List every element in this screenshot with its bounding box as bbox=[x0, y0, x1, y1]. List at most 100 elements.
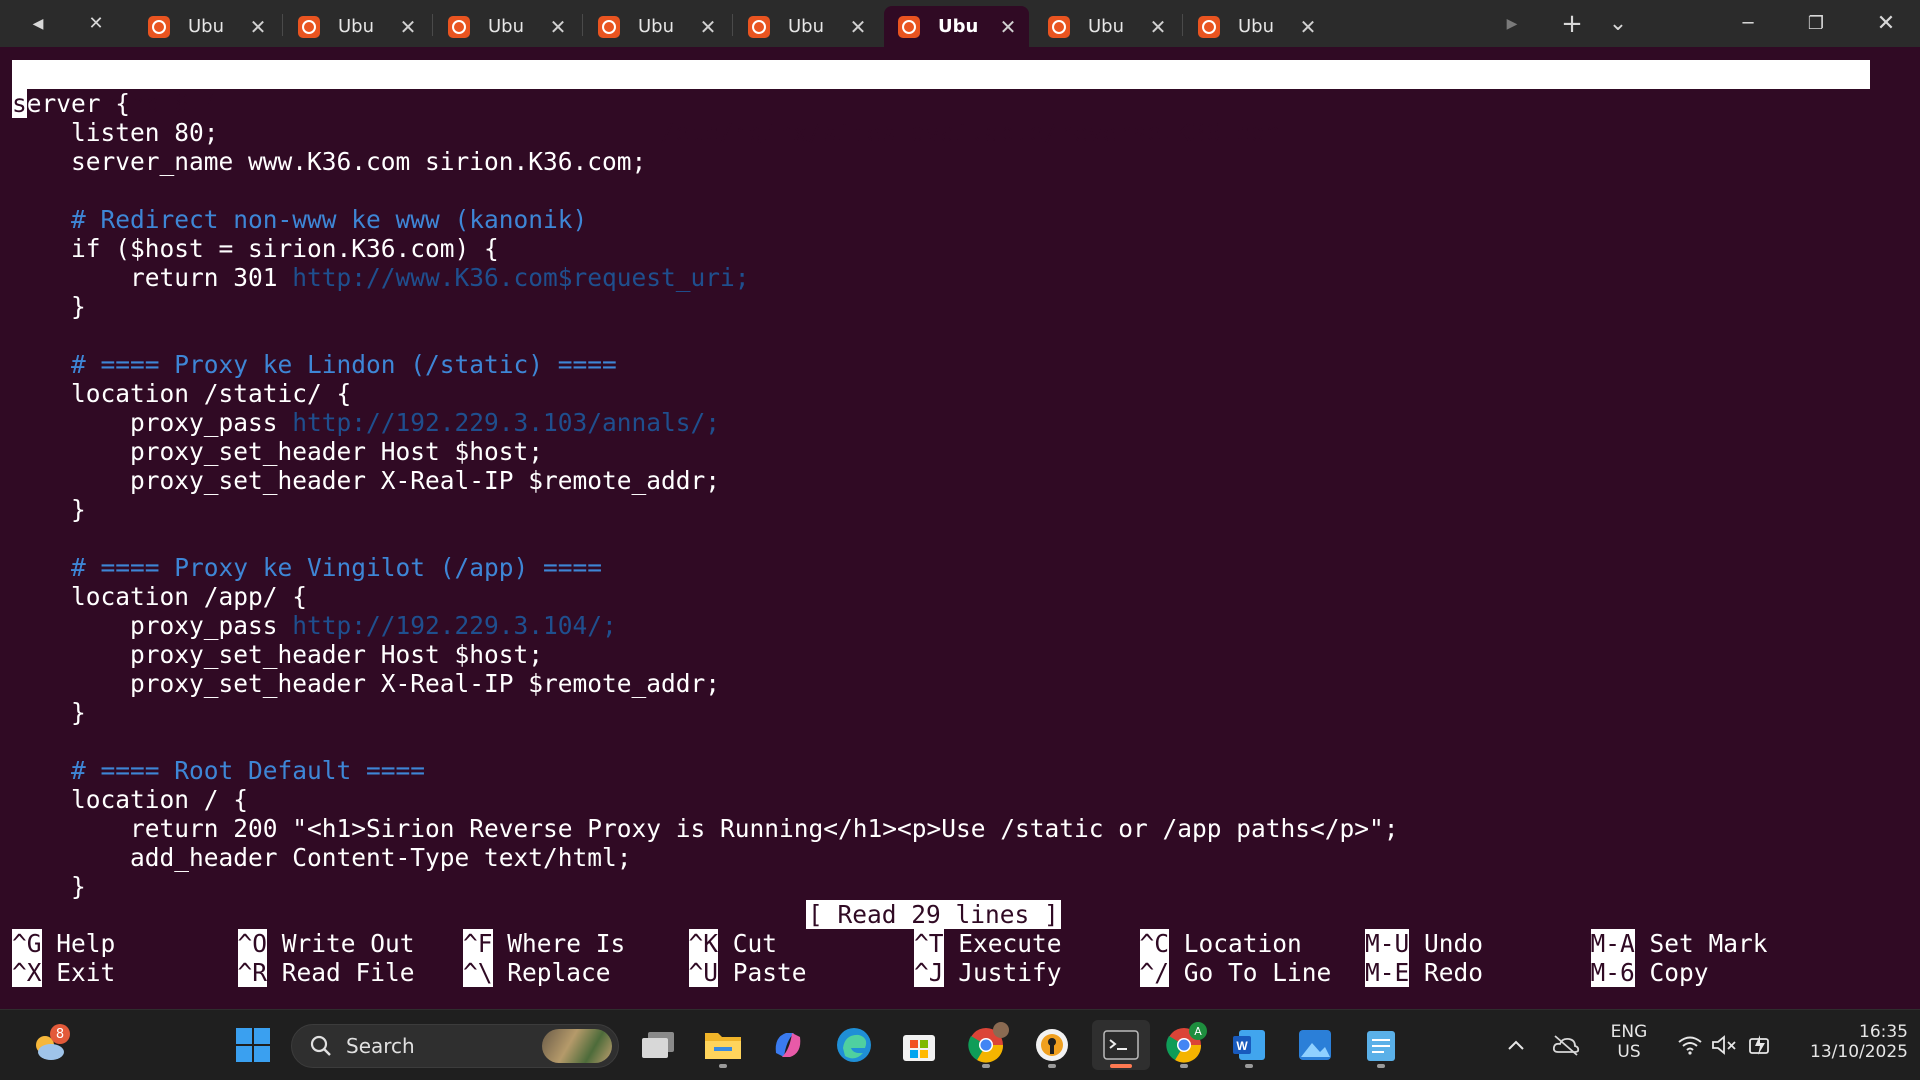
taskbar-photos[interactable] bbox=[1290, 1020, 1340, 1070]
editor-line[interactable]: location /app/ { bbox=[12, 582, 307, 611]
editor-line[interactable]: } bbox=[12, 698, 86, 727]
terminal-tab[interactable]: Ubu ✕ bbox=[434, 6, 579, 47]
terminal-tab[interactable]: Ubu ✕ bbox=[584, 6, 729, 47]
editor-line[interactable]: return 301 http://www.K36.com$request_ur… bbox=[12, 263, 750, 292]
taskbar-store[interactable] bbox=[894, 1020, 944, 1070]
running-indicator bbox=[1245, 1064, 1253, 1068]
terminal-tab[interactable]: Ubu ✕ bbox=[1034, 6, 1179, 47]
taskbar-copilot[interactable] bbox=[763, 1020, 813, 1070]
editor-line[interactable]: add_header Content-Type text/html; bbox=[12, 843, 632, 872]
taskbar-terminal[interactable] bbox=[1092, 1020, 1150, 1070]
editor-line[interactable]: # ==== Root Default ==== bbox=[12, 756, 425, 785]
editor-line[interactable]: server_name www.K36.com sirion.K36.com; bbox=[12, 147, 646, 176]
close-icon[interactable]: ✕ bbox=[397, 15, 419, 39]
shortcut-exit[interactable]: ^X Exit bbox=[12, 958, 115, 987]
taskbar-file-explorer[interactable] bbox=[698, 1020, 748, 1070]
close-icon[interactable]: ✕ bbox=[847, 15, 869, 39]
editor-line[interactable]: if ($host = sirion.K36.com) { bbox=[12, 234, 499, 263]
close-icon[interactable]: ✕ bbox=[997, 15, 1019, 39]
close-icon[interactable]: ✕ bbox=[247, 15, 269, 39]
editor-line[interactable]: proxy_set_header Host $host; bbox=[12, 437, 543, 466]
clock[interactable]: 16:35 13/10/2025 bbox=[1782, 1022, 1908, 1062]
editor-line[interactable]: proxy_set_header X-Real-IP $remote_addr; bbox=[12, 669, 720, 698]
taskbar-edge[interactable] bbox=[829, 1020, 879, 1070]
terminal-tab[interactable]: Ubu ✕ bbox=[284, 6, 429, 47]
shortcut-justify[interactable]: ^J Justify bbox=[914, 958, 1062, 987]
editor-line[interactable]: location / { bbox=[12, 785, 248, 814]
editor-line[interactable]: } bbox=[12, 292, 86, 321]
shortcut-where-is[interactable]: ^F Where Is bbox=[463, 929, 625, 958]
close-icon[interactable]: ✕ bbox=[697, 15, 719, 39]
shortcut-label: Go To Line bbox=[1183, 958, 1332, 987]
editor-line[interactable]: proxy_set_header Host $host; bbox=[12, 640, 543, 669]
shortcut-gap bbox=[1409, 929, 1424, 958]
shortcut-gap bbox=[42, 929, 57, 958]
close-icon[interactable]: ✕ bbox=[1147, 15, 1169, 39]
shortcut-key: M-A bbox=[1590, 929, 1635, 958]
terminal-tab[interactable]: Ubu ✕ bbox=[134, 6, 279, 47]
close-icon[interactable]: ✕ bbox=[1297, 15, 1319, 39]
terminal-tab[interactable]: Ubu ✕ bbox=[734, 6, 879, 47]
terminal-tab[interactable]: Ubu ✕ bbox=[884, 6, 1029, 47]
tab-dropdown-button[interactable]: ⌄ bbox=[1598, 0, 1638, 47]
close-window-button[interactable]: ✕ bbox=[1860, 0, 1912, 47]
editor-line[interactable]: proxy_pass http://192.229.3.104/; bbox=[12, 611, 617, 640]
editor-line[interactable]: listen 80; bbox=[12, 118, 219, 147]
editor-line[interactable]: proxy_set_header X-Real-IP $remote_addr; bbox=[12, 466, 720, 495]
shortcut-gap bbox=[944, 929, 959, 958]
close-icon[interactable]: ✕ bbox=[547, 15, 569, 39]
shortcut-cut[interactable]: ^K Cut bbox=[688, 929, 777, 958]
shortcut-write-out[interactable]: ^O Write Out bbox=[237, 929, 415, 958]
editor-line[interactable]: } bbox=[12, 872, 86, 901]
volume-tray[interactable] bbox=[1706, 1020, 1742, 1070]
close-tab-button[interactable]: ✕ bbox=[76, 0, 116, 47]
editor-line[interactable]: return 200 "<h1>Sirion Reverse Proxy is … bbox=[12, 814, 1399, 843]
taskbar-chrome[interactable] bbox=[961, 1020, 1011, 1070]
editor-line[interactable]: } bbox=[12, 495, 86, 524]
editor-line[interactable]: location /static/ { bbox=[12, 379, 351, 408]
shortcut-paste[interactable]: ^U Paste bbox=[688, 958, 807, 987]
language-indicator[interactable]: ENG US bbox=[1606, 1022, 1652, 1062]
shortcut-key: ^X bbox=[12, 958, 42, 987]
svg-text:W: W bbox=[1236, 1039, 1248, 1053]
taskbar-word[interactable]: W bbox=[1224, 1020, 1274, 1070]
shortcut-help[interactable]: ^G Help bbox=[12, 929, 115, 958]
network-tray[interactable] bbox=[1672, 1020, 1708, 1070]
taskbar-chrome-profile[interactable]: A bbox=[1159, 1020, 1209, 1070]
terminal-area[interactable]: GNU nano 8.4 /etc/nginx/sites-available/… bbox=[0, 47, 1920, 1009]
taskbar-search[interactable]: Search bbox=[291, 1024, 619, 1068]
tab-scroll-left-button[interactable]: ◀ bbox=[18, 0, 58, 47]
shortcut-execute[interactable]: ^T Execute bbox=[914, 929, 1062, 958]
code-comment: # ==== Proxy ke Vingilot (/app) ==== bbox=[12, 553, 603, 582]
terminal-tab[interactable]: Ubu ✕ bbox=[1184, 6, 1329, 47]
editor-line[interactable]: # Redirect non-www ke www (kanonik) bbox=[12, 205, 587, 234]
taskbar-notepad[interactable] bbox=[1356, 1020, 1406, 1070]
editor-line[interactable]: # ==== Proxy ke Lindon (/static) ==== bbox=[12, 350, 617, 379]
photos-icon bbox=[1299, 1030, 1331, 1060]
shortcut-read-file[interactable]: ^R Read File bbox=[237, 958, 415, 987]
battery-tray[interactable] bbox=[1742, 1020, 1778, 1070]
shortcut-go-to-line[interactable]: ^/ Go To Line bbox=[1139, 958, 1332, 987]
onedrive-tray[interactable] bbox=[1548, 1020, 1584, 1070]
shortcut-key: ^F bbox=[463, 929, 493, 958]
taskbar-vpn-app[interactable] bbox=[1027, 1020, 1077, 1070]
shortcut-copy[interactable]: M-6 Copy bbox=[1590, 958, 1709, 987]
editor-line[interactable]: # ==== Proxy ke Vingilot (/app) ==== bbox=[12, 553, 602, 582]
shortcut-set-mark[interactable]: M-A Set Mark bbox=[1590, 929, 1768, 958]
show-hidden-icons-button[interactable] bbox=[1500, 1020, 1532, 1070]
task-view-button[interactable] bbox=[633, 1020, 683, 1070]
tab-label: Ubu bbox=[1238, 16, 1275, 37]
restore-button[interactable]: ❐ bbox=[1790, 0, 1842, 47]
shortcut-replace[interactable]: ^\ Replace bbox=[463, 958, 611, 987]
new-tab-button[interactable]: + bbox=[1552, 0, 1592, 47]
weather-widget[interactable]: 8 bbox=[24, 1020, 74, 1070]
shortcut-redo[interactable]: M-E Redo bbox=[1365, 958, 1483, 987]
shortcut-location[interactable]: ^C Location bbox=[1139, 929, 1302, 958]
shortcut-undo[interactable]: M-U Undo bbox=[1365, 929, 1483, 958]
start-button[interactable] bbox=[228, 1020, 278, 1070]
editor-line[interactable]: server { bbox=[12, 89, 130, 118]
minimize-button[interactable]: ─ bbox=[1722, 0, 1774, 47]
editor-line[interactable]: proxy_pass http://192.229.3.103/annals/; bbox=[12, 408, 720, 437]
tab-scroll-right-button[interactable]: ▶ bbox=[1492, 0, 1532, 47]
ubuntu-icon bbox=[148, 15, 170, 38]
